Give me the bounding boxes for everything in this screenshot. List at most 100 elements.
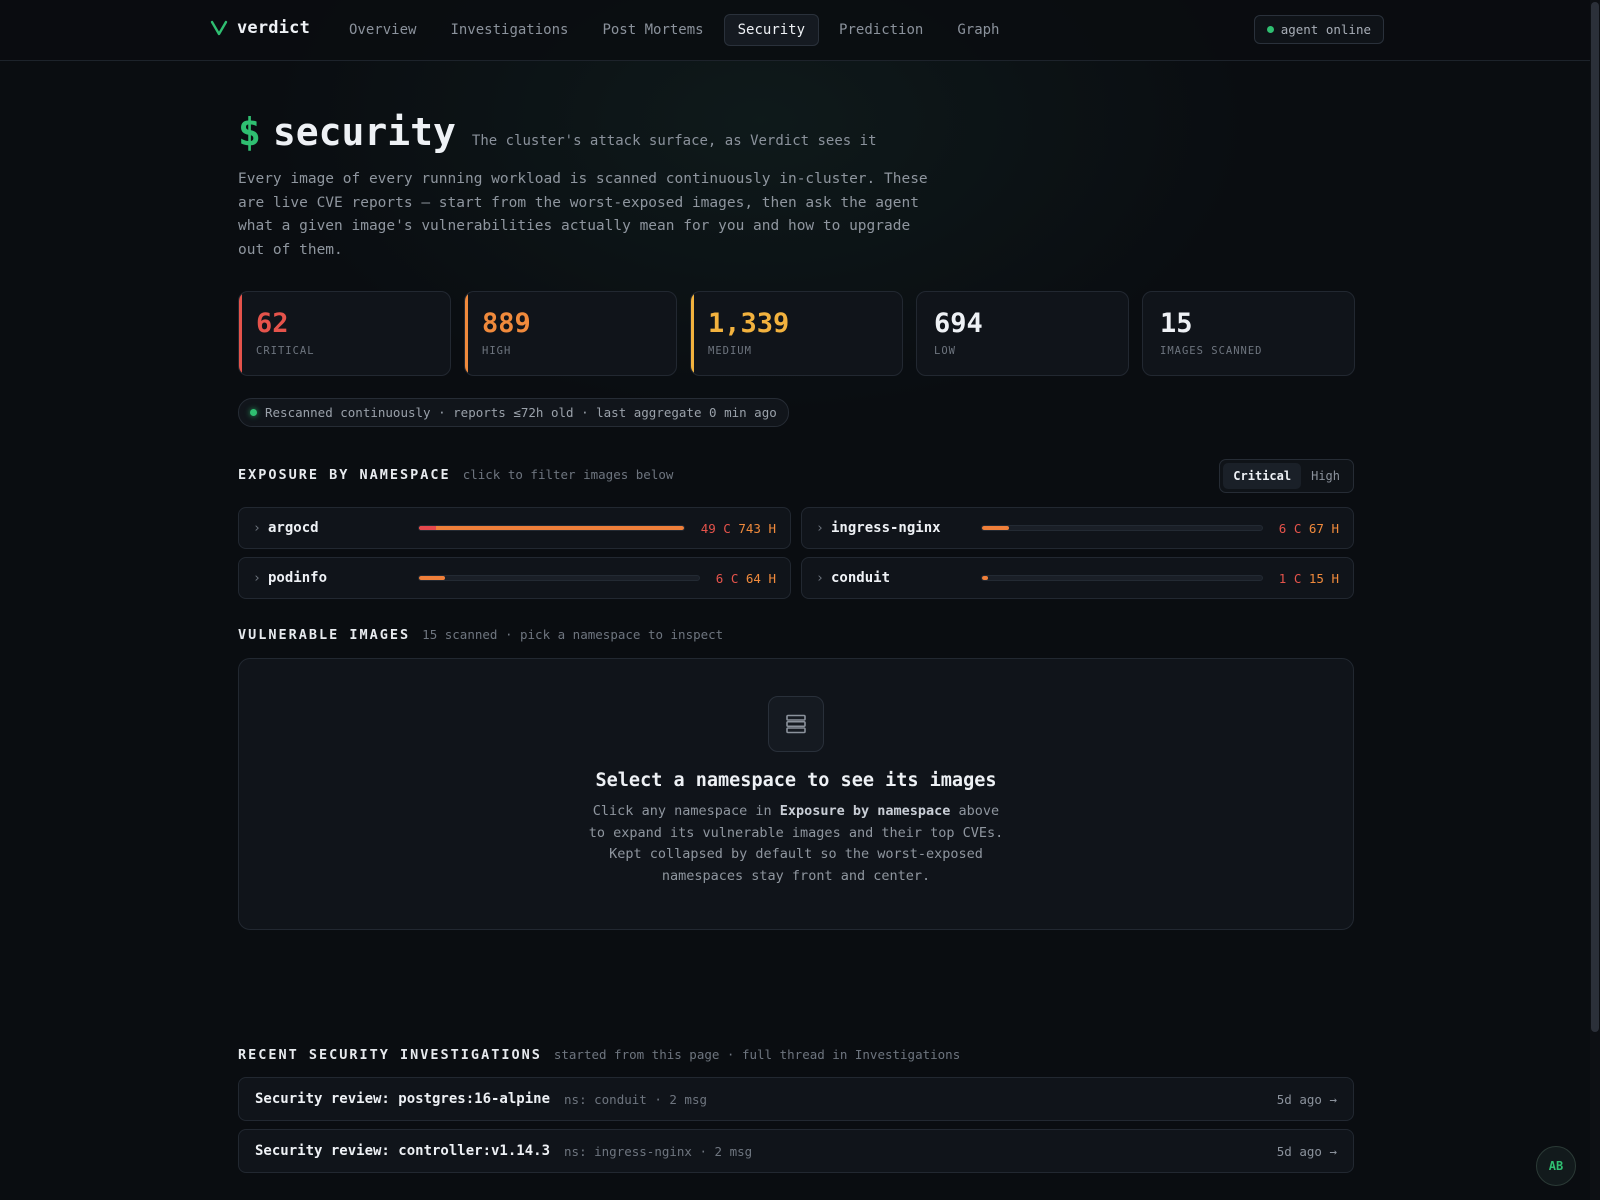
empty-body-emphasis: Exposure by namespace <box>779 803 951 819</box>
nav-post-mortems[interactable]: Post Mortems <box>588 14 717 46</box>
stat-value: 694 <box>934 308 983 339</box>
empty-state-body: Click any namespace in Exposure by names… <box>581 801 1011 887</box>
namespace-counts: 1 C 15 H <box>1279 571 1339 586</box>
namespace-row-conduit[interactable]: › conduit 1 C 15 H <box>801 557 1354 599</box>
high-count: 67 H <box>1308 520 1339 536</box>
namespace-row-ingress-nginx[interactable]: › ingress-nginx 6 C 67 H <box>801 507 1354 549</box>
investigations-list: Security review: postgres:16-alpine ns: … <box>238 1077 1354 1181</box>
namespace-row-argocd[interactable]: › argocd 49 C 743 H <box>238 507 791 549</box>
exposure-bar-fill <box>419 576 446 580</box>
severity-stats: 62 CRITICAL 889 HIGH 1,339 MEDIUM 694 LO… <box>238 291 1355 376</box>
investigation-title: Security review: postgres:16-alpine <box>255 1091 551 1107</box>
stat-label: CRITICAL <box>256 345 315 357</box>
stat-card-images-scanned: 15 IMAGES SCANNED <box>1142 291 1355 376</box>
toggle-critical[interactable]: Critical <box>1223 463 1302 489</box>
avatar[interactable]: AB <box>1536 1146 1576 1186</box>
chevron-right-icon: › <box>253 570 261 586</box>
critical-count: 6 C <box>715 570 739 586</box>
investigation-time-link[interactable]: 5d ago → <box>1277 1092 1337 1107</box>
stat-card-critical: 62 CRITICAL <box>238 291 451 376</box>
stat-accent <box>465 292 468 375</box>
stat-label: IMAGES SCANNED <box>1160 345 1263 357</box>
stack-icon <box>768 696 824 752</box>
exposure-bar-fill <box>982 526 1010 530</box>
scrollbar[interactable] <box>1590 0 1600 1200</box>
exposure-bar <box>981 575 1263 581</box>
chevron-right-icon: › <box>816 520 824 536</box>
critical-count: 6 C <box>1278 520 1302 536</box>
investigations-title: RECENT SECURITY INVESTIGATIONS <box>238 1047 542 1063</box>
investigations-subtitle: started from this page · full thread in … <box>553 1047 961 1062</box>
verdict-logo-icon <box>210 20 228 36</box>
stat-value: 15 <box>1160 308 1193 339</box>
main-nav: Overview Investigations Post Mortems Sec… <box>335 14 1014 46</box>
images-section-header: VULNERABLE IMAGES 15 scanned · pick a na… <box>238 627 723 643</box>
stat-label: LOW <box>934 345 956 357</box>
high-count: 743 H <box>738 520 776 536</box>
stat-card-medium: 1,339 MEDIUM <box>690 291 903 376</box>
stat-accent <box>239 292 242 375</box>
nav-graph[interactable]: Graph <box>943 14 1013 46</box>
chevron-right-icon: › <box>816 570 824 586</box>
brand-name: verdict <box>237 18 311 38</box>
namespace-name: podinfo <box>268 570 328 586</box>
empty-body-text: Click any namespace in <box>592 803 780 819</box>
agent-status-pill: agent online <box>1253 15 1384 44</box>
investigation-time-link[interactable]: 5d ago → <box>1277 1144 1337 1159</box>
exposure-bar-fill <box>982 576 989 580</box>
critical-count: 49 C <box>700 520 731 536</box>
namespace-counts: 49 C 743 H <box>701 521 776 536</box>
status-dot-icon <box>1266 26 1274 33</box>
investigation-title: Security review: controller:v1.14.3 <box>255 1143 551 1159</box>
stat-card-low: 694 LOW <box>916 291 1129 376</box>
page-title: security <box>272 110 456 154</box>
nav-security[interactable]: Security <box>723 14 820 46</box>
stack-icon-glyph <box>786 714 806 734</box>
namespace-counts: 6 C 67 H <box>1279 521 1339 536</box>
toggle-high[interactable]: High <box>1301 463 1350 489</box>
exposure-subtitle: click to filter images below <box>462 467 674 482</box>
exposure-title: EXPOSURE BY NAMESPACE <box>238 467 451 483</box>
page-subtitle: The cluster's attack surface, as Verdict… <box>471 133 877 149</box>
top-navbar: verdict Overview Investigations Post Mor… <box>0 0 1590 61</box>
agent-status-text: agent online <box>1280 22 1371 37</box>
high-count: 15 H <box>1308 570 1339 586</box>
page-header: $ security The cluster's attack surface,… <box>238 110 877 154</box>
namespace-name: ingress-nginx <box>831 520 941 536</box>
high-count: 64 H <box>745 570 776 586</box>
stat-card-high: 889 HIGH <box>464 291 677 376</box>
stat-accent <box>691 292 694 375</box>
nav-overview[interactable]: Overview <box>335 14 430 46</box>
stat-value: 1,339 <box>708 308 790 339</box>
images-title: VULNERABLE IMAGES <box>238 627 411 643</box>
exposure-bar-critical-fill <box>419 526 437 530</box>
scrollbar-thumb[interactable] <box>1591 2 1599 1032</box>
rescan-status-pill: Rescanned continuously · reports ≤72h ol… <box>238 398 789 427</box>
stat-value: 62 <box>256 308 289 339</box>
nav-prediction[interactable]: Prediction <box>825 14 937 46</box>
exposure-bar <box>418 575 700 581</box>
investigation-meta: ns: ingress-nginx · 2 msg <box>564 1143 753 1159</box>
namespace-name: argocd <box>268 520 319 536</box>
images-subtitle: 15 scanned · pick a namespace to inspect <box>422 627 724 642</box>
investigation-meta: ns: conduit · 2 msg <box>564 1091 708 1107</box>
prompt-symbol: $ <box>238 110 261 154</box>
exposure-bar-fill <box>419 526 684 530</box>
investigation-row[interactable]: Security review: postgres:16-alpine ns: … <box>238 1077 1354 1121</box>
rescan-status-text: Rescanned continuously · reports ≤72h ol… <box>265 405 777 420</box>
stat-label: MEDIUM <box>708 345 752 357</box>
nav-investigations[interactable]: Investigations <box>436 14 582 46</box>
namespace-row-podinfo[interactable]: › podinfo 6 C 64 H <box>238 557 791 599</box>
exposure-bar <box>981 525 1263 531</box>
severity-toggle: Critical High <box>1219 459 1354 493</box>
live-dot-icon <box>250 409 257 416</box>
exposure-section-header: EXPOSURE BY NAMESPACE click to filter im… <box>238 467 673 483</box>
brand[interactable]: verdict <box>210 18 310 38</box>
exposure-bar <box>418 525 685 531</box>
investigations-section-header: RECENT SECURITY INVESTIGATIONS started f… <box>238 1047 960 1063</box>
critical-count: 1 C <box>1278 570 1302 586</box>
page-description: Every image of every running workload is… <box>238 171 928 258</box>
namespace-grid: › argocd 49 C 743 H › ingress-nginx 6 C … <box>238 507 1354 599</box>
investigation-row[interactable]: Security review: controller:v1.14.3 ns: … <box>238 1129 1354 1173</box>
namespace-name: conduit <box>831 570 891 586</box>
